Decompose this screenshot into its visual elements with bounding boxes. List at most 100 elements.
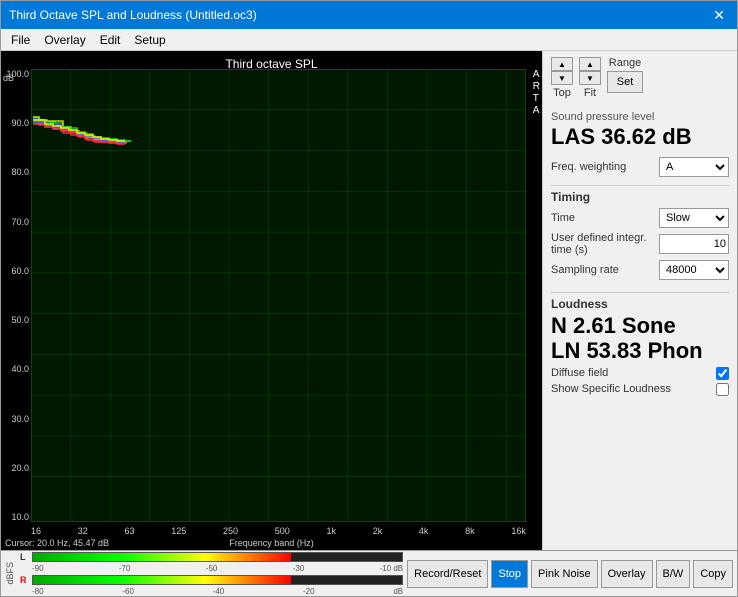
y-label-10: 10.0 [1,512,31,522]
x-axis: 16 32 63 125 250 500 1k 2k 4k 8k 16k [31,526,526,536]
x-label-8k: 8k [465,526,475,536]
copy-button[interactable]: Copy [693,560,733,588]
scale-l-10: -10 dB [380,564,404,573]
right-panel: ▲ ▼ Top ▲ ▼ Fit Range Set [542,51,737,550]
meter-fill-r [33,576,291,584]
y-label-80: 80.0 [1,167,31,177]
user-defined-row: User defined integr. time (s) [551,232,729,256]
time-row: Time Slow Fast [551,208,729,228]
x-label-16: 16 [31,526,41,536]
time-select[interactable]: Slow Fast [659,208,729,228]
meter-track-r [32,575,403,585]
loudness-section: Loudness N 2.61 Sone LN 53.83 Phon Diffu… [551,292,729,396]
y-label-90: 90.0 [1,118,31,128]
scale-l-30: -30 [293,564,305,573]
freq-weighting-select[interactable]: A C Z [659,157,729,177]
action-buttons: Record/Reset Stop Pink Noise Overlay B/W… [407,560,733,588]
scale-r-db: dB [393,587,403,596]
chart-area: Third octave SPL ARTA dB 100.0 90.0 80.0… [1,51,542,550]
spl-section-label: Sound pressure level [551,111,729,123]
diffuse-field-label: Diffuse field [551,367,608,379]
y-label-50: 50.0 [1,315,31,325]
show-specific-checkbox[interactable] [716,383,729,396]
x-label-2k: 2k [373,526,383,536]
scale-r-20: -20 [303,587,315,596]
fit-up-button[interactable]: ▲ [579,57,601,71]
x-label-500: 500 [275,526,290,536]
bottom-bar: dBFS L -90 -70 -50 -30 -10 dB R [1,550,737,596]
scale-r-80: -80 [32,587,44,596]
overlay-button[interactable]: Overlay [601,560,653,588]
menu-overlay[interactable]: Overlay [38,31,91,49]
bw-button[interactable]: B/W [656,560,691,588]
nav-controls: ▲ ▼ Top ▲ ▼ Fit Range Set [551,57,729,99]
dbfs-label: dBFS [5,562,15,585]
top-btn-group: ▲ ▼ [551,57,573,85]
range-group: Range Set [607,57,643,99]
timing-section-label: Timing [551,190,729,204]
loudness-section-label: Loudness [551,297,729,311]
y-label-30: 30.0 [1,414,31,424]
window-title: Third Octave SPL and Loudness (Untitled.… [9,8,257,22]
pink-noise-button[interactable]: Pink Noise [531,560,598,588]
meter-row-l: L [20,552,403,562]
range-label: Range [609,57,641,69]
menu-setup[interactable]: Setup [128,31,171,49]
menu-bar: File Overlay Edit Setup [1,29,737,51]
stop-button[interactable]: Stop [491,560,528,588]
title-bar: Third Octave SPL and Loudness (Untitled.… [1,1,737,29]
x-label-125: 125 [171,526,186,536]
x-label-32: 32 [78,526,88,536]
top-group: ▲ ▼ Top [551,57,573,99]
y-label-20: 20.0 [1,463,31,473]
scale-l-90: -90 [32,564,44,573]
fit-group: ▲ ▼ Fit [579,57,601,99]
chart-title: Third octave SPL [1,53,542,73]
show-specific-row: Show Specific Loudness [551,383,729,396]
meter-row-r: R [20,575,403,585]
arta-label: ARTA [533,69,540,117]
db-label: dB [1,73,14,83]
y-label-40: 40.0 [1,364,31,374]
fit-label: Fit [584,87,596,99]
user-defined-input[interactable] [659,234,729,254]
close-button[interactable]: ✕ [709,7,729,24]
scale-r-60: -60 [122,587,134,596]
scale-l-50: -50 [206,564,218,573]
x-label-16k: 16k [511,526,526,536]
freq-weighting-row: Freq. weighting A C Z [551,157,729,177]
fit-down-button[interactable]: ▼ [579,71,601,85]
top-up-button[interactable]: ▲ [551,57,573,71]
menu-edit[interactable]: Edit [94,31,127,49]
top-label: Top [553,87,571,99]
loudness-ln-value: LN 53.83 Phon [551,338,729,363]
fit-btn-group: ▲ ▼ [579,57,601,85]
scale-l-70: -70 [119,564,131,573]
chart-svg [31,69,526,522]
sampling-rate-row: Sampling rate 48000 44100 [551,260,729,280]
freq-weighting-label: Freq. weighting [551,161,659,173]
y-axis: dB 100.0 90.0 80.0 70.0 60.0 50.0 40.0 3… [1,69,31,522]
meter-fill-l [33,553,291,561]
x-label-250: 250 [223,526,238,536]
spl-section: Sound pressure level LAS 36.62 dB [551,111,729,149]
top-down-button[interactable]: ▼ [551,71,573,85]
sampling-rate-label: Sampling rate [551,264,659,276]
set-button[interactable]: Set [607,71,643,93]
timing-section: Timing Time Slow Fast User defined integ… [551,185,729,284]
show-specific-label: Show Specific Loudness [551,383,671,395]
cursor-info: Cursor: 20.0 Hz, 45.47 dB [5,538,109,548]
scale-r-40: -40 [213,587,225,596]
meter-row-scale-l: -90 -70 -50 -30 -10 dB [20,564,403,573]
diffuse-field-checkbox[interactable] [716,367,729,380]
content-area: Third octave SPL ARTA dB 100.0 90.0 80.0… [1,51,737,550]
meter-row-scale-r: -80 -60 -40 -20 dB [20,587,403,596]
sampling-rate-select[interactable]: 48000 44100 [659,260,729,280]
y-label-70: 70.0 [1,217,31,227]
meter-r-label: R [20,575,30,585]
time-label: Time [551,212,659,224]
menu-file[interactable]: File [5,31,36,49]
main-window: Third Octave SPL and Loudness (Untitled.… [0,0,738,597]
level-meter: L -90 -70 -50 -30 -10 dB R [20,552,403,596]
record-reset-button[interactable]: Record/Reset [407,560,488,588]
